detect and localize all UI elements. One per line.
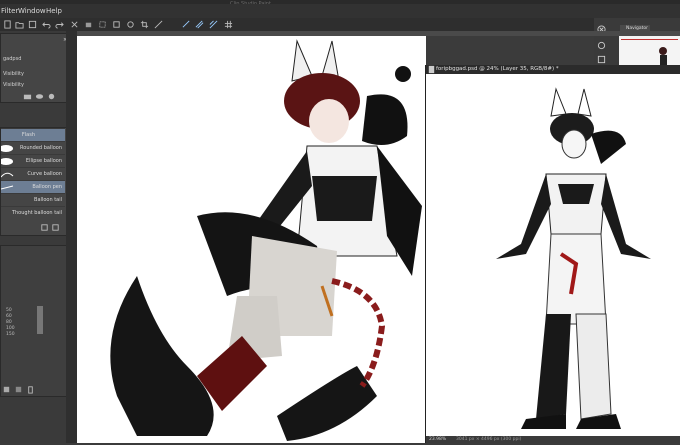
clear-icon[interactable]	[70, 20, 79, 29]
invert-selection-icon[interactable]	[126, 20, 135, 29]
layer-property-panel: × gadpsd Visibility Visibility	[0, 33, 68, 103]
grid-snap-icon[interactable]	[209, 20, 218, 29]
tool-item-label: Rounded balloon	[20, 145, 62, 151]
menu-filter[interactable]: Filter	[1, 7, 18, 15]
tool-item-label: Balloon pen	[32, 184, 62, 190]
swap-icon[interactable]	[14, 385, 23, 394]
menu-help[interactable]: Help	[46, 7, 62, 15]
save-icon[interactable]	[28, 20, 37, 29]
panel-menu-row: ×	[3, 37, 67, 47]
tool-item-balloon-tail[interactable]: Balloon tail	[1, 193, 65, 207]
sub-window-statusbar: 23.98% 3041 px × 4496 px (300 ppi)	[426, 436, 680, 443]
character-illustration	[110, 39, 422, 441]
redo-icon[interactable]	[55, 20, 64, 29]
undo-icon[interactable]	[42, 20, 51, 29]
sub-tool-panel: Flash Rounded balloon Ellipse balloon Cu…	[0, 127, 68, 236]
open-file-icon[interactable]	[15, 20, 24, 29]
new-file-icon[interactable]	[3, 20, 12, 29]
eye-icon[interactable]	[35, 92, 44, 101]
balloon-shape-icon	[1, 158, 13, 165]
menu-bar: Filter Window Help	[0, 4, 680, 18]
curve-shape-icon	[1, 172, 14, 178]
tool-item-label: Balloon tail	[34, 197, 62, 203]
command-toolbar	[0, 18, 680, 32]
crop-icon[interactable]	[140, 20, 149, 29]
zoom-readout[interactable]: 23.98%	[429, 437, 446, 442]
visibility-label-1: Visibility	[3, 71, 24, 77]
navigator-thumbnail	[659, 47, 667, 65]
panel-add-icon[interactable]	[51, 223, 60, 232]
tool-strip	[66, 31, 77, 443]
sub-window-titlebar[interactable]: foripbggad.psd @ 24% (Layer 35, RGB/8#) …	[426, 65, 680, 74]
sketch-preview	[496, 87, 651, 429]
sub-window[interactable]: foripbggad.psd @ 24% (Layer 35, RGB/8#) …	[425, 65, 680, 443]
tool-item-label: Ellipse balloon	[25, 158, 62, 164]
fill-icon[interactable]	[84, 20, 93, 29]
tool-item-label: Thought balloon tail	[11, 210, 62, 216]
tool-item-label: Curve balloon	[27, 171, 62, 177]
layers-icon[interactable]	[597, 55, 606, 64]
balloon-shape-icon	[1, 145, 13, 152]
brush-size-150[interactable]: 150	[6, 332, 15, 338]
tool-item-curve-balloon[interactable]: Curve balloon	[1, 167, 65, 181]
reference-icon[interactable]	[47, 92, 56, 101]
document-icon	[427, 65, 435, 74]
ruler-snap-icon[interactable]	[182, 20, 191, 29]
trash-icon[interactable]	[26, 385, 35, 394]
transform-icon[interactable]	[98, 20, 107, 29]
tool-item-balloon-pen[interactable]: Balloon pen	[1, 180, 65, 194]
special-ruler-snap-icon[interactable]	[195, 20, 204, 29]
navigator-preview[interactable]	[619, 35, 680, 65]
sub-window-title: foripbggad.psd @ 24% (Layer 35, RGB/8#) …	[436, 66, 559, 72]
pen-shape-icon	[1, 185, 14, 190]
tool-item-rounded-balloon[interactable]: Rounded balloon	[1, 141, 65, 155]
camera-icon[interactable]	[23, 92, 32, 101]
brush-size-panel: 50 60 80 100 150	[0, 245, 68, 397]
deselect-icon[interactable]	[112, 20, 121, 29]
brush-size-list[interactable]: 50 60 80 100 150	[6, 308, 15, 338]
color-icon[interactable]	[2, 385, 11, 394]
brush-size-scrollbar[interactable]	[37, 306, 43, 334]
main-canvas[interactable]	[77, 36, 426, 443]
tool-item-thought-balloon-tail[interactable]: Thought balloon tail	[1, 206, 65, 220]
menu-window[interactable]: Window	[18, 7, 46, 15]
canvas-dimensions: 3041 px × 4496 px (300 ppi)	[456, 437, 522, 442]
tool-item-ellipse-balloon[interactable]: Ellipse balloon	[1, 154, 65, 168]
visibility-label-2: Visibility	[3, 82, 24, 88]
sub-tool-header-label: Flash	[21, 132, 35, 138]
snap-icon[interactable]	[154, 20, 163, 29]
sub-tool-header[interactable]: Flash	[1, 128, 65, 142]
panel-settings-icon[interactable]	[40, 223, 49, 232]
file-label: gadpsd	[3, 56, 22, 62]
grid-icon[interactable]	[224, 20, 233, 29]
rotate-icon[interactable]	[597, 41, 606, 50]
